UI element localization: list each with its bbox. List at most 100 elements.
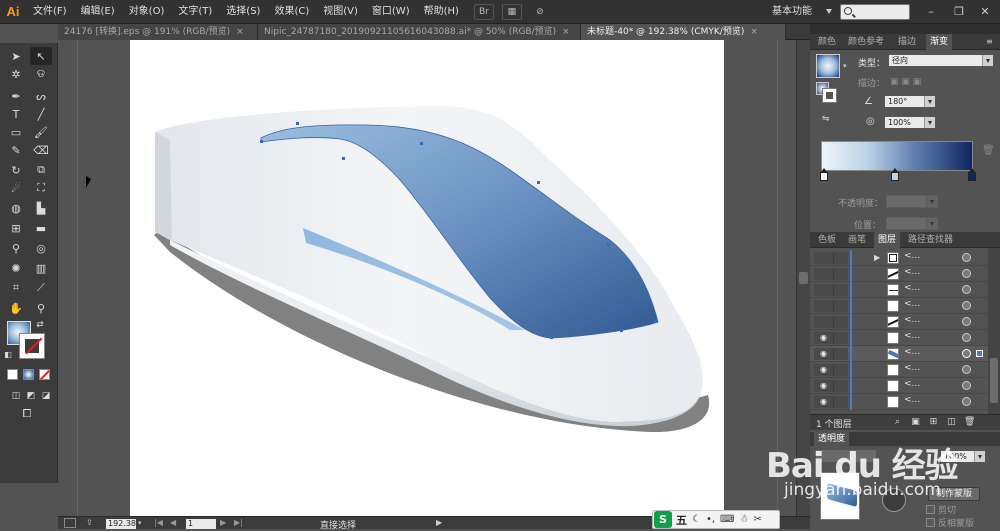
chevron-down-icon[interactable]: ▾ bbox=[138, 519, 146, 528]
eye-icon[interactable]: ◉ bbox=[814, 396, 834, 408]
type-tool-icon[interactable]: T bbox=[5, 105, 27, 123]
curvature-tool-icon[interactable]: ᔕ bbox=[30, 87, 52, 105]
eye-icon[interactable]: ◉ bbox=[814, 348, 834, 360]
layer-row[interactable]: ◉ <... bbox=[810, 346, 988, 362]
layer-row[interactable]: ◉ <... bbox=[810, 378, 988, 394]
chevron-down-icon[interactable]: ▾ bbox=[843, 62, 847, 70]
close-tab-icon[interactable]: × bbox=[562, 27, 570, 37]
menu-window[interactable]: 窗口(W) bbox=[365, 0, 417, 24]
close-tab-icon[interactable]: × bbox=[750, 27, 758, 37]
menu-edit[interactable]: 编辑(E) bbox=[74, 0, 122, 24]
tab-transparency[interactable]: 透明度 bbox=[814, 432, 850, 446]
pen-tool-icon[interactable]: ✒ bbox=[5, 87, 27, 105]
gradient-stop[interactable] bbox=[820, 168, 828, 181]
slice-tool-icon[interactable]: ⟋ bbox=[30, 279, 52, 297]
status-menu-icon[interactable]: ▶ bbox=[436, 518, 442, 527]
lasso-tool-icon[interactable]: ଡ bbox=[30, 65, 52, 83]
minimize-button[interactable]: – bbox=[922, 4, 940, 20]
stop-position-field[interactable] bbox=[886, 217, 938, 230]
visibility-toggle[interactable] bbox=[814, 300, 834, 312]
clip-checkbox[interactable] bbox=[926, 505, 935, 514]
workspace-switcher[interactable]: 基本功能 bbox=[772, 0, 812, 24]
menu-help[interactable]: 帮助(H) bbox=[417, 0, 466, 24]
artboard-number-field[interactable]: 1 bbox=[186, 519, 216, 529]
paintbrush-tool-icon[interactable]: 🖌 bbox=[30, 123, 52, 141]
delete-layer-icon[interactable]: 🗑 bbox=[964, 417, 975, 428]
layer-row[interactable]: ◉ <... bbox=[810, 362, 988, 378]
skin-icon[interactable]: ☃ bbox=[739, 514, 748, 525]
scrollbar-thumb[interactable] bbox=[799, 272, 808, 284]
canvas-area[interactable] bbox=[58, 40, 810, 516]
magic-wand-tool-icon[interactable]: ✲ bbox=[5, 65, 27, 83]
chevron-down-icon[interactable] bbox=[826, 9, 832, 14]
free-transform-tool-icon[interactable]: ⛶ bbox=[30, 179, 52, 197]
artboard-tool-icon[interactable]: ⌗ bbox=[5, 279, 27, 297]
expand-arrow-icon[interactable]: ▶ bbox=[874, 253, 880, 262]
layer-name[interactable]: <... bbox=[904, 331, 920, 341]
warp-tool-icon[interactable]: ☄ bbox=[5, 179, 27, 197]
tab-swatches[interactable]: 色板 bbox=[814, 232, 840, 248]
symbol-sprayer-tool-icon[interactable]: ✺ bbox=[5, 259, 27, 277]
document-tab-2[interactable]: Nipic_24787180_20190921105616043088.ai* … bbox=[258, 24, 581, 40]
gradient-stop[interactable] bbox=[968, 168, 976, 181]
layer-row[interactable]: ▶ <... bbox=[810, 250, 988, 266]
angle-field[interactable]: 180° bbox=[884, 95, 936, 108]
lock-toggle[interactable] bbox=[834, 300, 848, 312]
eyedropper-tool-icon[interactable]: ⚲ bbox=[5, 239, 27, 257]
last-artboard-icon[interactable]: ▶| bbox=[234, 518, 243, 527]
gpu-performance-icon[interactable]: ⊘ bbox=[530, 4, 550, 20]
tab-stroke[interactable]: 描边 bbox=[894, 34, 920, 50]
object-thumbnail[interactable] bbox=[820, 472, 860, 520]
close-window-button[interactable]: ✕ bbox=[976, 4, 994, 20]
lock-toggle[interactable] bbox=[834, 284, 848, 296]
dot-icon[interactable]: •, bbox=[706, 514, 715, 525]
menu-view[interactable]: 视图(V) bbox=[316, 0, 365, 24]
moon-icon[interactable]: ☾ bbox=[692, 514, 701, 525]
gradient-mode-icon[interactable] bbox=[23, 369, 34, 380]
pencil-tool-icon[interactable]: ✎ bbox=[5, 141, 27, 159]
gradient-slider[interactable] bbox=[821, 141, 973, 171]
layer-row[interactable]: ◉ <... bbox=[810, 330, 988, 346]
layer-row[interactable]: <... bbox=[810, 282, 988, 298]
shape-builder-tool-icon[interactable]: ◍ bbox=[5, 199, 27, 217]
lock-toggle[interactable] bbox=[834, 316, 848, 328]
selection-indicator[interactable] bbox=[976, 350, 983, 357]
rotate-tool-icon[interactable]: ↻ bbox=[5, 161, 27, 179]
new-sublayer-icon[interactable]: ⊞ bbox=[928, 417, 939, 428]
blend-tool-icon[interactable]: ◎ bbox=[30, 239, 52, 257]
target-icon[interactable] bbox=[962, 285, 971, 294]
target-icon[interactable] bbox=[962, 253, 971, 262]
stroke-swatch[interactable] bbox=[19, 333, 45, 359]
arrange-documents-icon[interactable]: ▦ bbox=[501, 3, 522, 20]
document-tab-1[interactable]: 24176 [转换].eps @ 191% (RGB/预览) × bbox=[58, 24, 258, 40]
new-layer-icon[interactable]: ◫ bbox=[946, 417, 957, 428]
eye-icon[interactable]: ◉ bbox=[814, 332, 834, 344]
artboard[interactable] bbox=[130, 40, 724, 516]
target-icon[interactable] bbox=[962, 269, 971, 278]
ime-toolbar[interactable]: S 五 ☾ •, ⌨ ☃ ✂ bbox=[652, 510, 780, 529]
perspective-grid-tool-icon[interactable]: ▙ bbox=[30, 199, 52, 217]
tab-layers[interactable]: 图层 bbox=[874, 232, 901, 248]
tab-color-guide[interactable]: 颜色参考 bbox=[844, 34, 888, 50]
tab-color[interactable]: 颜色 bbox=[814, 34, 840, 50]
layer-row[interactable]: <... bbox=[810, 266, 988, 282]
layer-row[interactable]: ◉ <... bbox=[810, 394, 988, 410]
gradient-stop[interactable] bbox=[891, 168, 899, 181]
keyboard-icon[interactable]: ⌨ bbox=[720, 514, 734, 525]
layer-name[interactable]: <... bbox=[904, 379, 920, 389]
restore-button[interactable]: ❐ bbox=[950, 4, 968, 20]
target-icon[interactable] bbox=[962, 333, 971, 342]
target-icon[interactable] bbox=[962, 317, 971, 326]
lock-toggle[interactable] bbox=[834, 268, 848, 280]
layer-row[interactable]: <... bbox=[810, 314, 988, 330]
menu-effect[interactable]: 效果(C) bbox=[267, 0, 316, 24]
invert-mask-checkbox[interactable] bbox=[926, 518, 935, 527]
ime-logo[interactable]: S bbox=[654, 511, 672, 528]
clipping-mask-icon[interactable]: ▣ bbox=[910, 417, 921, 428]
transparency-opacity-field[interactable]: 100% bbox=[940, 450, 986, 463]
panel-menu-icon[interactable]: ≡ bbox=[986, 37, 993, 46]
gradient-tool-icon[interactable]: ▬ bbox=[30, 219, 52, 237]
visibility-toggle[interactable] bbox=[814, 268, 834, 280]
locate-object-icon[interactable]: ⌕ bbox=[892, 417, 903, 428]
bridge-button[interactable]: Br bbox=[473, 3, 494, 20]
